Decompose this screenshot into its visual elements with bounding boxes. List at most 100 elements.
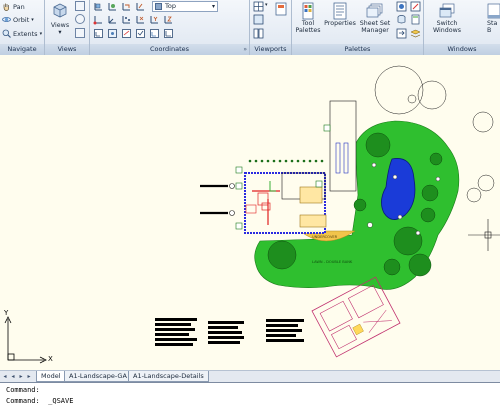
ucs-z-axis-icon[interactable] bbox=[107, 14, 118, 25]
orbit-button[interactable]: Orbit ▾ bbox=[2, 14, 34, 25]
views-dropdown-icon[interactable]: ▾ bbox=[58, 29, 61, 36]
external-references-icon[interactable] bbox=[396, 28, 407, 39]
dimension-lines bbox=[200, 184, 228, 215]
view-manager-icon[interactable] bbox=[75, 28, 85, 38]
viewport-named-icon[interactable] bbox=[253, 14, 264, 25]
zoom-extents-icon bbox=[2, 29, 11, 38]
ucs-x-icon[interactable] bbox=[135, 14, 146, 25]
view-cube-icon[interactable] bbox=[75, 1, 85, 11]
views-panel-title: Views bbox=[45, 44, 89, 55]
ucs-settings-icon[interactable] bbox=[149, 28, 160, 39]
ucs-icon-properties-icon[interactable] bbox=[163, 28, 174, 39]
layer-properties-icon[interactable] bbox=[410, 28, 421, 39]
tab-model-label: Model bbox=[41, 372, 61, 380]
legend-blocks bbox=[155, 318, 304, 346]
orbit-dropdown-icon[interactable]: ▾ bbox=[31, 17, 34, 23]
windows-panel-title: Windows bbox=[424, 44, 500, 55]
switch-windows-icon bbox=[439, 3, 455, 18]
dbconnect-icon[interactable] bbox=[396, 14, 407, 25]
tab-a1-landscape-details-label: A1-Landscape-Details bbox=[133, 372, 204, 380]
viewport-config-dropdown-icon[interactable]: ▾ bbox=[265, 2, 268, 8]
ucs-apply-icon[interactable] bbox=[135, 28, 146, 39]
sheet-set-manager-button[interactable]: Sheet Set Manager bbox=[358, 0, 392, 44]
views-button[interactable]: Views ▾ bbox=[49, 0, 71, 44]
viewports-panel: ▾ Viewports bbox=[250, 0, 292, 55]
tab-a1-landscape-details[interactable]: A1-Landscape-Details bbox=[128, 371, 209, 382]
tool-palettes-button[interactable]: Tool Palettes bbox=[294, 0, 322, 44]
windows-panel: Switch Windows Sta B Windows bbox=[424, 0, 500, 55]
extents-dropdown-icon[interactable]: ▾ bbox=[40, 31, 43, 37]
extents-button[interactable]: Extents ▾ bbox=[2, 28, 42, 39]
start-bar-label: Sta B bbox=[487, 20, 498, 34]
tab-a1-landscape-ga[interactable]: A1-Landscape-GA bbox=[64, 371, 132, 382]
prev-tab-icon[interactable]: ◂ bbox=[9, 372, 17, 381]
ucs-axis-icon bbox=[4, 316, 47, 364]
ucs-named-icon[interactable] bbox=[93, 28, 104, 39]
steering-wheel-icon[interactable] bbox=[75, 14, 85, 24]
viewport-config-icon[interactable] bbox=[253, 1, 264, 12]
tool-palettes-label: Tool Palettes bbox=[295, 20, 321, 34]
palettes-panel-title: Palettes bbox=[292, 44, 423, 55]
ucs-z-icon[interactable] bbox=[163, 14, 174, 25]
switch-windows-button[interactable]: Switch Windows bbox=[428, 0, 466, 44]
viewport-clip-button[interactable] bbox=[273, 0, 289, 44]
status-bar-icon bbox=[487, 3, 500, 19]
sheet-set-manager-icon bbox=[366, 3, 383, 18]
command-history-line-2: Command: _QSAVE bbox=[6, 397, 74, 405]
tab-a1-landscape-ga-label: A1-Landscape-GA bbox=[69, 372, 127, 380]
pan-hand-icon bbox=[2, 2, 11, 11]
command-line[interactable]: Command: Command: _QSAVE bbox=[0, 382, 500, 410]
switch-windows-label: Switch Windows bbox=[432, 20, 462, 34]
markup-set-icon[interactable] bbox=[410, 1, 421, 12]
last-tab-icon[interactable]: ▸ bbox=[25, 372, 33, 381]
ucs-view-icon[interactable] bbox=[107, 28, 118, 39]
lawn-text: LAWN - DOUBLE BANK bbox=[312, 260, 353, 264]
layout-tabs-bar: ◂ ◂ ▸ ▸ Model A1-Landscape-GA A1-Landsca… bbox=[0, 370, 500, 382]
drawing-canvas[interactable]: UNDERCOVER LAWN - DOUBLE BANK Y X bbox=[0, 55, 500, 370]
properties-label: Properties bbox=[324, 20, 356, 27]
chevron-down-icon: ▾ bbox=[211, 3, 215, 10]
views-label: Views bbox=[50, 22, 70, 29]
orbit-icon bbox=[2, 15, 11, 24]
start-bar-button[interactable]: Sta B bbox=[484, 0, 500, 44]
navigate-panel-title: Navigate bbox=[0, 44, 44, 55]
tool-palettes-icon bbox=[302, 2, 314, 20]
viewport-join-icon[interactable] bbox=[253, 28, 264, 39]
design-center-icon[interactable] bbox=[396, 1, 407, 12]
quickcalc-icon[interactable] bbox=[410, 14, 421, 25]
ucs-face-icon[interactable] bbox=[135, 1, 146, 12]
views-cube-icon bbox=[53, 3, 67, 18]
coordinates-dialog-launcher-icon[interactable]: » bbox=[243, 45, 247, 54]
ucs-world-icon[interactable] bbox=[107, 1, 118, 12]
sheet-set-manager-label: Sheet Set Manager bbox=[359, 20, 391, 34]
view-select-value: Top bbox=[165, 2, 176, 10]
coordinates-panel-title: Coordinates bbox=[90, 44, 249, 55]
views-panel: Views ▾ Views bbox=[45, 0, 90, 55]
ucs-y-label: Y bbox=[4, 309, 9, 317]
ucs-3point-icon[interactable] bbox=[121, 14, 132, 25]
navigate-panel: Pan Orbit ▾ Extents ▾ Navigate bbox=[0, 0, 45, 55]
next-tab-icon[interactable]: ▸ bbox=[17, 372, 25, 381]
ucs-object-icon[interactable] bbox=[121, 28, 132, 39]
driveway bbox=[329, 100, 357, 192]
drawing-svg: UNDERCOVER LAWN - DOUBLE BANK bbox=[4, 65, 500, 364]
ucs-origin-icon[interactable] bbox=[93, 14, 104, 25]
hedge-dots bbox=[248, 159, 324, 163]
ucs-y-icon[interactable] bbox=[149, 14, 160, 25]
coordinates-panel: Top ▾ Coordinates » bbox=[90, 0, 250, 55]
extents-label: Extents bbox=[13, 29, 38, 38]
tab-model[interactable]: Model bbox=[36, 371, 66, 382]
ucs-previous-icon[interactable] bbox=[121, 1, 132, 12]
ucs-icon[interactable] bbox=[93, 1, 104, 12]
first-tab-icon[interactable]: ◂ bbox=[1, 372, 9, 381]
house-plan bbox=[244, 172, 327, 234]
ribbon: Pan Orbit ▾ Extents ▾ Navigate Views ▾ V… bbox=[0, 0, 500, 55]
view-select[interactable]: Top ▾ bbox=[152, 1, 218, 12]
properties-button[interactable]: Properties bbox=[324, 0, 356, 44]
orbit-label: Orbit bbox=[13, 15, 30, 24]
properties-icon bbox=[333, 2, 347, 20]
ucs-x-label: X bbox=[48, 355, 53, 363]
viewport-clip-icon bbox=[275, 2, 287, 16]
pan-button[interactable]: Pan bbox=[2, 1, 25, 12]
viewports-panel-title: Viewports bbox=[250, 44, 291, 55]
